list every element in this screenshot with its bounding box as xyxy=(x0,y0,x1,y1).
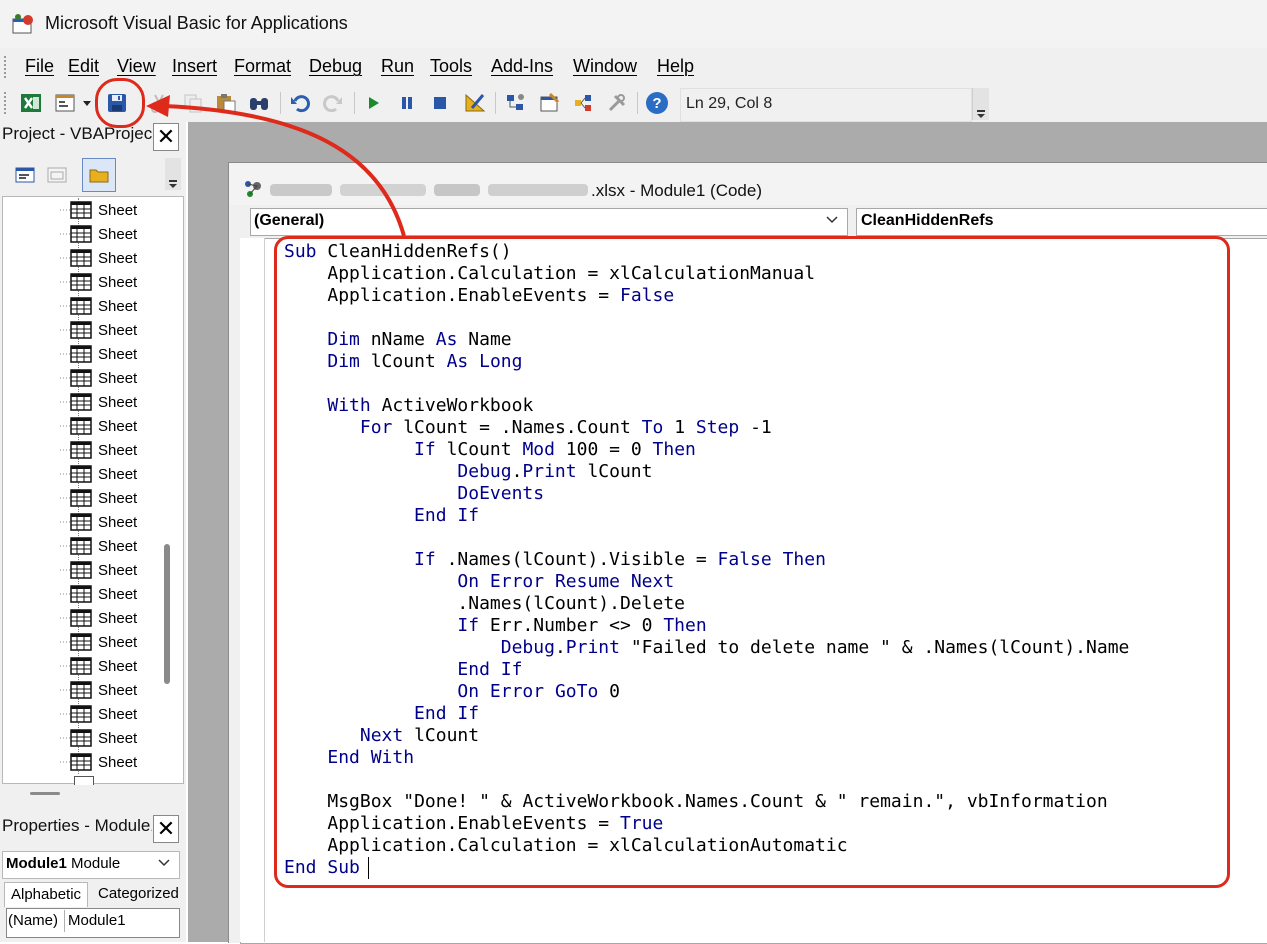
annotation-arrow xyxy=(146,95,406,237)
